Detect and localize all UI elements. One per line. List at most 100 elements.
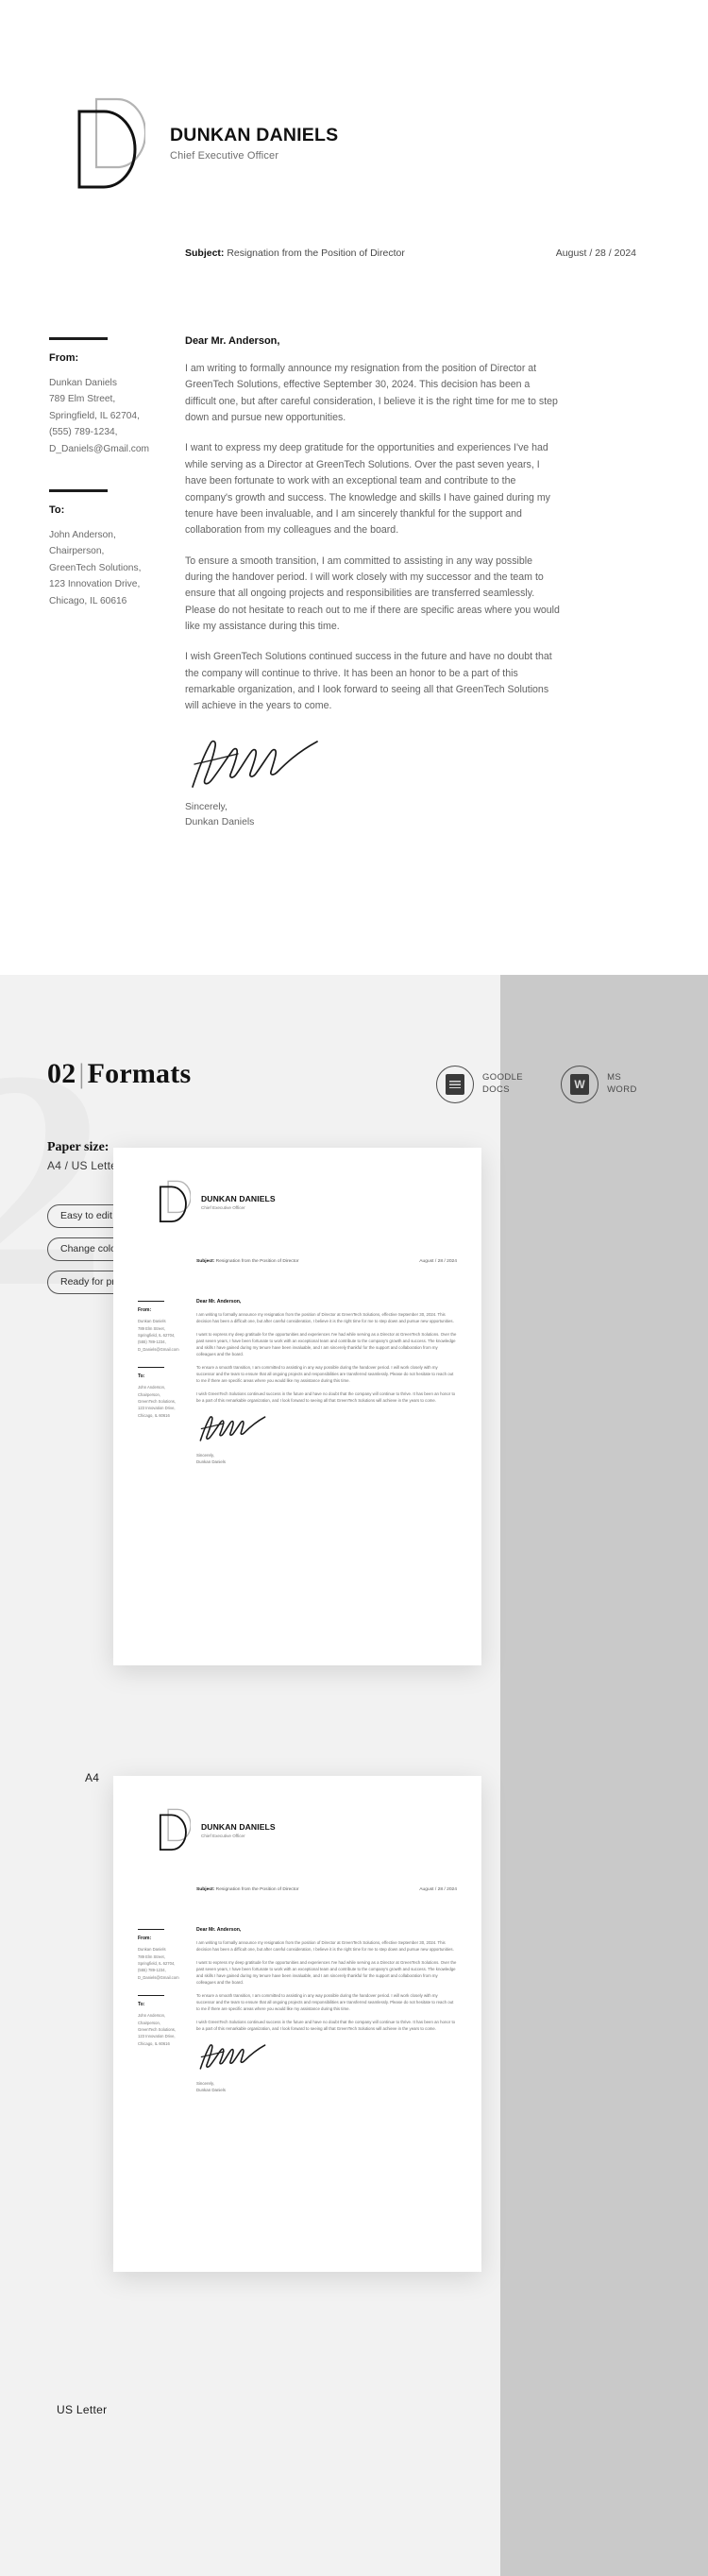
preview-from-address: Dunkan Daniels 789 Elm Street, Springfie…	[138, 1319, 179, 1352]
preview-name: DUNKAN DANIELS	[201, 1193, 276, 1203]
paper-size-block: Paper size: A4 / US Letter	[47, 1140, 121, 1172]
signature-image	[185, 736, 561, 791]
preview-to-label: To:	[138, 2002, 145, 2008]
preview-salutation: Dear Mr. Anderson,	[196, 1299, 242, 1305]
preview-body: Dear Mr. Anderson, I am writing to forma…	[196, 1927, 457, 2093]
preview-address-column: From: Dunkan Daniels 789 Elm Street, Spr…	[138, 1301, 196, 1419]
letter-page: DUNKAN DANIELS Chief Executive Officer S…	[0, 0, 708, 975]
sign-off: Sincerely, Dunkan Daniels	[185, 800, 561, 831]
section-title: 02 | Formats	[47, 1058, 191, 1090]
preview-to-address: John Anderson, Chairperson, GreenTech So…	[138, 1385, 177, 1418]
preview-page-us-letter[interactable]: DUNKAN DANIELS Chief Executive Officer S…	[113, 1776, 481, 2272]
monogram-d-logo	[76, 93, 145, 195]
preview-to-address: John Anderson, Chairperson, GreenTech So…	[138, 2013, 177, 2046]
to-label: To:	[49, 503, 65, 516]
preview-paragraph: I am writing to formally announce my res…	[196, 1312, 454, 1324]
body-paragraph: I wish GreenTech Solutions continued suc…	[185, 651, 552, 712]
body-paragraph: I want to express my deep gratitude for …	[185, 442, 550, 537]
preview-date: August / 28 / 2024	[419, 1887, 457, 1892]
letterhead-role: Chief Executive Officer	[170, 150, 279, 162]
preview-sign-off: Sincerely, Dunkan Daniels	[196, 2080, 457, 2093]
paper-size-value: A4 / US Letter	[47, 1159, 122, 1172]
preview-label-us-letter: US Letter	[57, 2403, 108, 2416]
preview-from-address: Dunkan Daniels 789 Elm Street, Springfie…	[138, 1947, 179, 1980]
ms-word-icon: W	[561, 1066, 599, 1103]
paper-size-label: Paper size:	[47, 1140, 110, 1154]
preview-role: Chief Executive Officer	[201, 1204, 245, 1210]
section-divider: |	[78, 1058, 85, 1089]
preview-from-label: From:	[138, 1307, 152, 1314]
from-divider	[49, 337, 108, 340]
preview-from-label: From:	[138, 1936, 152, 1942]
letterhead: DUNKAN DANIELS Chief Executive Officer	[76, 93, 338, 195]
preview-subject-label: Subject:	[196, 1887, 215, 1892]
from-address: Dunkan Daniels 789 Elm Street, Springfie…	[49, 377, 150, 454]
preview-signature-image	[196, 1414, 457, 1447]
to-address: John Anderson, Chairperson, GreenTech So…	[49, 529, 142, 606]
subject-row: Subject: Resignation from the Position o…	[185, 247, 636, 259]
preview-address-column: From: Dunkan Daniels 789 Elm Street, Spr…	[138, 1929, 196, 2047]
preview-subject-text: Resignation from the Position of Directo…	[214, 1259, 299, 1264]
preview-name: DUNKAN DANIELS	[201, 1821, 276, 1832]
preview-paragraph: I wish GreenTech Solutions continued suc…	[196, 2020, 456, 2032]
preview-subject-row: Subject: Resignation from the Position o…	[196, 1887, 457, 1892]
address-column: From: Dunkan Daniels 789 Elm Street, Spr…	[49, 337, 181, 609]
preview-paragraph: I want to express my deep gratitude for …	[196, 1332, 457, 1357]
preview-to-label: To:	[138, 1373, 145, 1380]
badge-ms-word[interactable]: W MS WORD	[561, 1066, 637, 1103]
letter-date: August / 28 / 2024	[555, 247, 636, 259]
preview-salutation: Dear Mr. Anderson,	[196, 1927, 242, 1933]
word-w-glyph: W	[570, 1074, 590, 1095]
preview-subject-text: Resignation from the Position of Directo…	[214, 1887, 299, 1892]
preview-paragraph: I want to express my deep gratitude for …	[196, 1960, 457, 1986]
preview-closing: Sincerely,	[196, 1453, 214, 1459]
letter-body: Dear Mr. Anderson, I am writing to forma…	[185, 335, 561, 831]
from-label: From:	[49, 351, 79, 364]
preview-body: Dear Mr. Anderson, I am writing to forma…	[196, 1299, 457, 1465]
badge-line-2: DOCS	[482, 1084, 511, 1095]
section-title-text: Formats	[87, 1058, 192, 1089]
preview-closing: Sincerely,	[196, 2081, 214, 2087]
preview-from-divider	[138, 1929, 164, 1931]
preview-to-divider	[138, 1367, 164, 1369]
preview-paragraph: To ensure a smooth transition, I am comm…	[196, 1993, 454, 2012]
preview-role: Chief Executive Officer	[201, 1833, 245, 1838]
badge-line-1: MS	[607, 1072, 622, 1083]
badge-line-1: GOODLE	[482, 1072, 524, 1083]
preview-subject: Subject: Resignation from the Position o…	[196, 1887, 298, 1892]
subject-label: Subject:	[185, 247, 225, 259]
letterhead-name: DUNKAN DANIELS	[170, 124, 339, 145]
preview-date: August / 28 / 2024	[419, 1259, 457, 1264]
preview-from-divider	[138, 1301, 164, 1303]
section-number: 02	[47, 1058, 76, 1089]
to-divider	[49, 489, 108, 492]
google-docs-icon	[436, 1066, 474, 1103]
preview-label-a4: A4	[85, 1771, 100, 1784]
salutation: Dear Mr. Anderson,	[185, 335, 280, 347]
subject-text: Resignation from the Position of Directo…	[224, 247, 405, 259]
preview-sign-off: Sincerely, Dunkan Daniels	[196, 1452, 457, 1465]
preview-subject-row: Subject: Resignation from the Position o…	[196, 1259, 457, 1264]
preview-subject: Subject: Resignation from the Position o…	[196, 1259, 298, 1264]
closing-text: Sincerely,	[185, 801, 228, 812]
badge-google-docs[interactable]: GOODLE DOCS	[436, 1066, 523, 1103]
body-paragraph: To ensure a smooth transition, I am comm…	[185, 554, 560, 633]
compatibility-badges: GOODLE DOCS W MS WORD	[436, 1066, 637, 1103]
preview-page-a4[interactable]: DUNKAN DANIELS Chief Executive Officer S…	[113, 1148, 481, 1665]
preview-letterhead: DUNKAN DANIELS Chief Executive Officer	[159, 1806, 276, 1853]
preview-signer: Dunkan Daniels	[196, 2088, 226, 2093]
preview-paragraph: I am writing to formally announce my res…	[196, 1940, 454, 1953]
subject-line: Subject: Resignation from the Position o…	[185, 247, 405, 259]
preview-letterhead: DUNKAN DANIELS Chief Executive Officer	[159, 1178, 276, 1225]
signer-name: Dunkan Daniels	[185, 817, 255, 828]
preview-signature-image	[196, 2042, 457, 2075]
badge-line-2: WORD	[607, 1084, 637, 1095]
preview-signer: Dunkan Daniels	[196, 1459, 226, 1465]
preview-paragraph: I wish GreenTech Solutions continued suc…	[196, 1391, 456, 1404]
badge-google-docs-label: GOODLE DOCS	[482, 1072, 523, 1097]
preview-subject-label: Subject:	[196, 1259, 215, 1264]
right-gray-panel	[500, 975, 708, 2576]
preview-to-divider	[138, 1995, 164, 1997]
badge-ms-word-label: MS WORD	[607, 1072, 637, 1097]
document-glyph	[446, 1074, 464, 1095]
